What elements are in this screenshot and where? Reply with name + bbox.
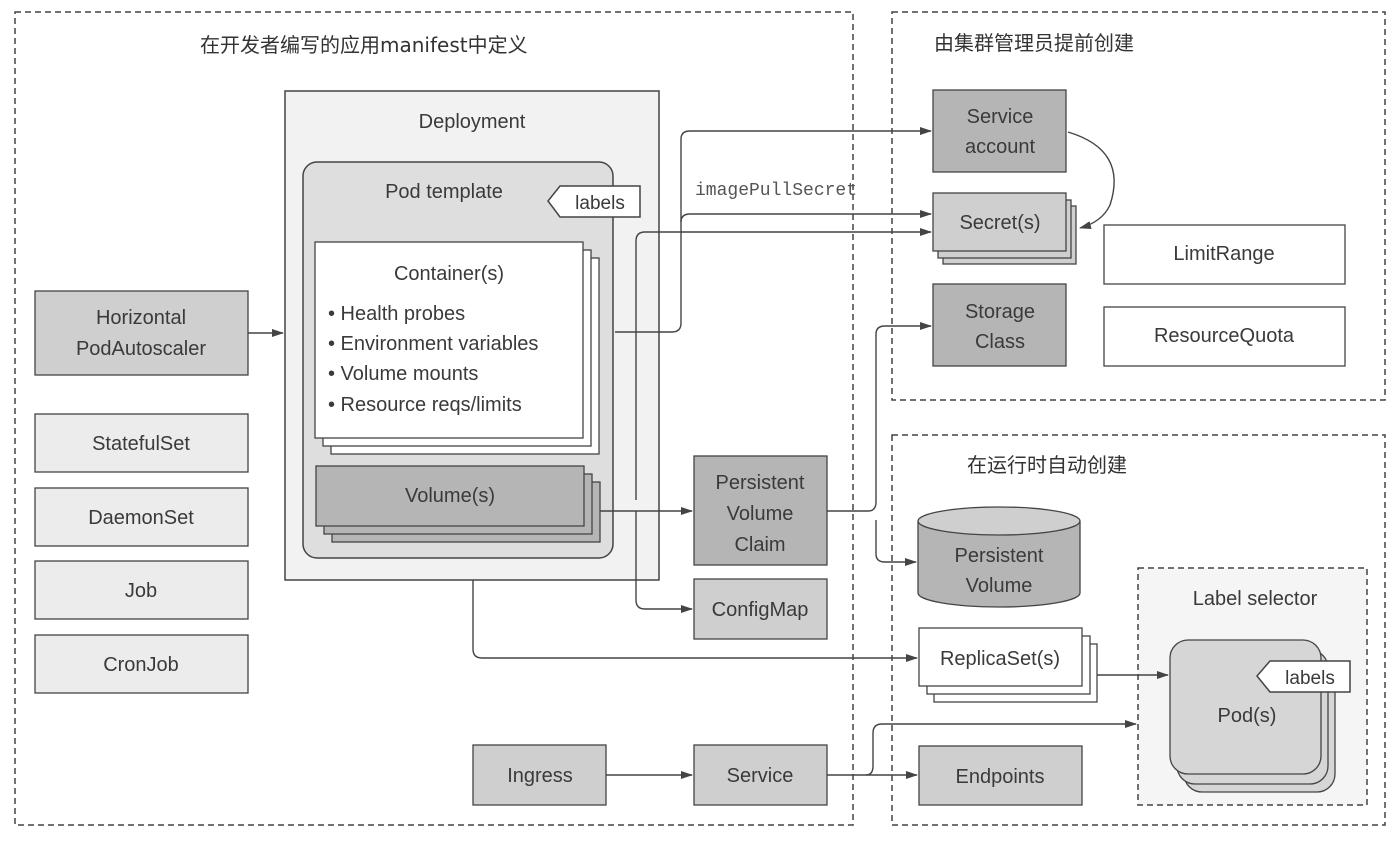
pvc-to-pv-arrow [875,520,917,566]
endpoints-box[interactable]: Endpoints [918,745,1083,806]
labels-text: labels [575,193,625,214]
pvc-box[interactable]: Persistent Volume Claim [693,455,828,566]
resourcequota-label: ResourceQuota [1154,325,1295,347]
pv-line2: Volume [966,575,1033,597]
replicasets-label: ReplicaSet(s) [940,648,1060,670]
ingress-box[interactable]: Ingress [472,744,607,806]
image-pull-secret-label: imagePullSecret [695,181,857,201]
daemonset-label: DaemonSet [88,507,194,529]
job-box[interactable]: Job [34,560,249,620]
storage-class-line1: Storage [965,301,1035,323]
storage-class-line2: Class [975,331,1025,353]
storage-class-box[interactable]: Storage Class [932,283,1067,367]
pvc-line3: Claim [734,534,785,556]
limitrange-label: LimitRange [1173,243,1274,265]
secrets-label: Secret(s) [959,212,1040,234]
pvc-to-storage-class-arrow [827,322,932,512]
pod-labels-tag: labels [1256,660,1351,693]
secrets-box[interactable]: Secret(s) [932,192,1077,265]
developer-region-title: 在开发者编写的应用manifest中定义 [200,33,528,57]
pod-template-title: Pod template [385,181,503,203]
deployment-title: Deployment [419,111,526,133]
volumes-label: Volume(s) [405,485,495,507]
pods-label: Pod(s) [1218,705,1277,727]
hpa-box[interactable]: Horizontal PodAutoscaler [34,290,249,376]
hpa-line2: PodAutoscaler [76,338,206,360]
endpoints-label: Endpoints [956,766,1045,788]
container-item: • Health probes [328,303,465,325]
service-box[interactable]: Service [693,744,828,806]
service-account-line2: account [965,136,1035,158]
kubernetes-resource-diagram: 在开发者编写的应用manifest中定义 由集群管理员提前创建 在运行时自动创建… [14,11,1386,826]
pod-template-labels-tag: labels [547,185,641,218]
container-item: • Resource reqs/limits [328,394,522,416]
configmap-box[interactable]: ConfigMap [693,578,828,640]
statefulset-label: StatefulSet [92,433,190,455]
limitrange-box[interactable]: LimitRange [1103,224,1346,285]
containers-box[interactable]: Container(s) • Health probes • Environme… [314,241,600,455]
label-selector-title: Label selector [1193,588,1318,610]
pv-line1: Persistent [955,545,1044,567]
daemonset-box[interactable]: DaemonSet [34,487,249,547]
cronjob-box[interactable]: CronJob [34,634,249,694]
persistent-volume-cylinder[interactable]: Persistent Volume [917,506,1081,608]
pod-labels-text: labels [1285,668,1335,689]
replicasets-box[interactable]: ReplicaSet(s) [918,627,1098,703]
volumes-box[interactable]: Volume(s) [315,465,601,543]
configmap-label: ConfigMap [712,599,809,621]
service-account-line1: Service [967,106,1034,128]
job-label: Job [125,580,157,602]
runtime-region-title: 在运行时自动创建 [967,453,1127,477]
admin-region-title: 由集群管理员提前创建 [934,31,1134,55]
container-to-secret-arrow [680,210,932,223]
pvc-line1: Persistent [716,472,805,494]
service-label: Service [727,765,794,787]
containers-title: Container(s) [394,263,504,285]
resourcequota-box[interactable]: ResourceQuota [1103,306,1346,367]
container-item: • Environment variables [328,333,538,355]
statefulset-box[interactable]: StatefulSet [34,413,249,473]
pvc-line2: Volume [727,503,794,525]
ingress-label: Ingress [507,765,573,787]
cronjob-label: CronJob [103,654,179,676]
container-item: • Volume mounts [328,363,478,385]
hpa-line1: Horizontal [96,307,186,329]
service-account-box[interactable]: Service account [932,89,1067,173]
